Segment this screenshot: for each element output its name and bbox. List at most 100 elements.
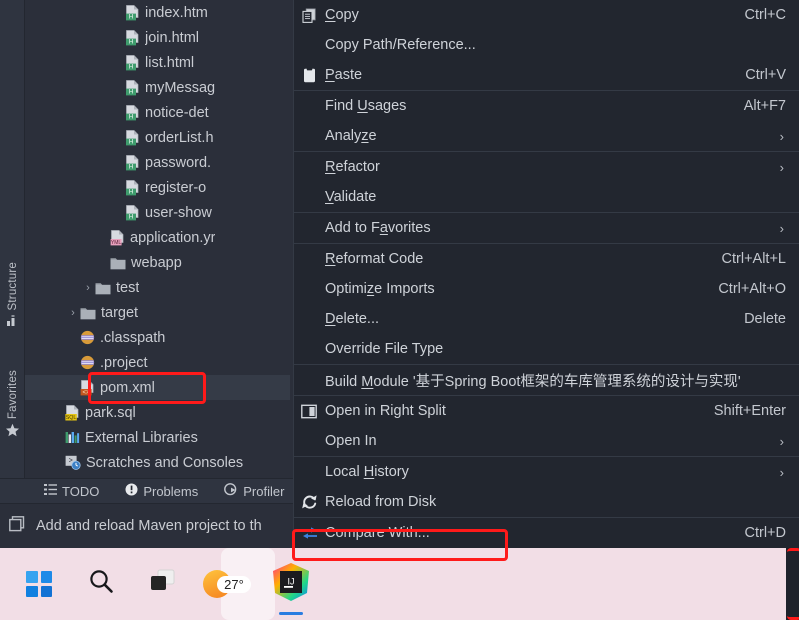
tree-node[interactable]: <> pom.xml	[25, 375, 290, 400]
yml-file-icon: YML	[110, 229, 125, 246]
windows-taskbar: 27° IJ	[0, 548, 799, 620]
tool-window-tab-profiler[interactable]: Profiler	[224, 482, 284, 500]
menu-item[interactable]: Override File Type	[294, 334, 799, 364]
intellij-idea-button[interactable]: IJ	[260, 548, 322, 620]
rail-button-structure[interactable]: Structure	[0, 262, 25, 330]
profiler-icon	[224, 482, 238, 500]
menu-item-label: Compare With...	[325, 525, 430, 541]
split-icon	[300, 404, 318, 419]
tree-node[interactable]: H index.htm	[25, 0, 290, 25]
search-button[interactable]	[70, 548, 132, 620]
tree-node[interactable]: YML application.yr	[25, 225, 290, 250]
context-menu[interactable]: Copy Ctrl+C Copy Path/Reference... Paste Ct…	[293, 0, 799, 620]
copy-icon	[300, 7, 318, 23]
menu-item-label: Refactor	[325, 159, 380, 175]
left-tool-rail: Structure Favorites	[0, 0, 25, 478]
menu-item-shortcut: Ctrl+D	[744, 525, 787, 541]
rail-label-favorites: Favorites	[6, 370, 19, 420]
tree-node[interactable]: .classpath	[25, 325, 290, 350]
menu-item-label: Copy Path/Reference...	[325, 37, 476, 53]
svg-text:YML: YML	[111, 239, 122, 245]
html-file-icon: H	[125, 4, 140, 21]
tree-node-label: password.	[145, 154, 212, 171]
tree-node[interactable]: webapp	[25, 250, 290, 275]
html-file-icon: H	[125, 79, 140, 96]
weather-icon: 27°	[203, 570, 251, 598]
folder-icon	[95, 281, 111, 295]
tree-node[interactable]: H join.html	[25, 25, 290, 50]
weather-temperature: 27°	[217, 575, 251, 593]
menu-item[interactable]: Validate	[294, 182, 799, 212]
menu-item-label: Open in Right Split	[325, 403, 446, 419]
tree-node[interactable]: H orderList.h	[25, 125, 290, 150]
tool-window-tab-todo[interactable]: TODO	[44, 483, 99, 499]
tree-node[interactable]: H myMessag	[25, 75, 290, 100]
eclipse-file-icon	[80, 355, 95, 370]
chevron-right-icon: ›	[779, 433, 784, 449]
tree-node-label: Scratches and Consoles	[86, 454, 244, 471]
menu-item[interactable]: Open In ›	[294, 426, 799, 456]
menu-item-shortcut: Ctrl+Alt+L	[721, 251, 786, 267]
project-tree[interactable]: H index.htm H join.html H list.html H my…	[25, 0, 290, 478]
tree-node[interactable]: H password.	[25, 150, 290, 175]
menu-item[interactable]: Compare With... Ctrl+D	[294, 518, 799, 548]
menu-item[interactable]: Analyze ›	[294, 121, 799, 151]
menu-item-label: Delete...	[325, 311, 380, 327]
tree-node-label: webapp	[131, 254, 182, 271]
tree-node[interactable]: H notice-det	[25, 100, 290, 125]
menu-item[interactable]: Delete... Delete	[294, 304, 799, 334]
chevron-right-icon: ›	[779, 128, 784, 144]
todo-icon	[44, 483, 57, 499]
task-view-button[interactable]	[132, 548, 194, 620]
svg-text:<>: <>	[82, 390, 90, 396]
tree-node[interactable]: › test	[25, 275, 290, 300]
tree-node-label: list.html	[145, 54, 195, 71]
menu-item-label: Analyze	[325, 128, 377, 144]
html-file-icon: H	[125, 104, 140, 121]
tree-node-label: index.htm	[145, 4, 208, 21]
menu-item-shortcut: Ctrl+C	[744, 7, 787, 23]
svg-text:H: H	[129, 139, 133, 145]
tool-window-tab-problems-label: Problems	[143, 483, 199, 499]
problems-icon	[125, 483, 138, 499]
tree-node[interactable]: .project	[25, 350, 290, 375]
menu-item-label: Build Module '基于Spring Boot框架的车库管理系统的设计与…	[325, 373, 741, 390]
chevron-right-icon[interactable]: ›	[66, 307, 80, 319]
chevron-right-icon[interactable]: ›	[81, 282, 95, 294]
task-view-icon	[149, 569, 177, 600]
menu-item[interactable]: Paste Ctrl+V	[294, 60, 799, 90]
menu-item[interactable]: Copy Path/Reference...	[294, 30, 799, 60]
start-button[interactable]	[8, 548, 70, 620]
menu-item[interactable]: Open in Right Split Shift+Enter	[294, 396, 799, 426]
tree-node-label: join.html	[145, 29, 199, 46]
tool-window-tab-problems[interactable]: Problems	[125, 483, 198, 499]
menu-item[interactable]: Optimize Imports Ctrl+Alt+O	[294, 274, 799, 304]
folder-icon	[80, 306, 96, 320]
menu-item[interactable]: Refactor ›	[294, 152, 799, 182]
weather-widget[interactable]: 27°	[194, 548, 260, 620]
tree-node[interactable]: H user-show	[25, 200, 290, 225]
menu-item[interactable]: Reload from Disk	[294, 487, 799, 517]
menu-item[interactable]: Find Usages Alt+F7	[294, 91, 799, 121]
menu-item[interactable]: Reformat Code Ctrl+Alt+L	[294, 244, 799, 274]
search-icon	[88, 568, 115, 600]
tree-node-label: myMessag	[145, 79, 216, 96]
tree-node[interactable]: SQL park.sql	[25, 400, 290, 425]
menu-item[interactable]: Add to Favorites ›	[294, 213, 799, 243]
menu-item-shortcut: Alt+F7	[743, 98, 786, 114]
menu-item[interactable]: Local History ›	[294, 457, 799, 487]
tree-node[interactable]: External Libraries	[25, 425, 290, 450]
tree-node-label: target	[101, 304, 139, 321]
tree-node-label: .classpath	[100, 329, 166, 346]
folder-icon	[110, 256, 126, 270]
rail-button-favorites[interactable]: Favorites	[0, 370, 25, 441]
tree-node[interactable]: H list.html	[25, 50, 290, 75]
tree-node[interactable]: >_ Scratches and Consoles	[25, 450, 290, 475]
html-file-icon: H	[125, 54, 140, 71]
menu-item[interactable]: Build Module '基于Spring Boot框架的车库管理系统的设计与…	[294, 365, 799, 395]
eclipse-file-icon	[80, 330, 95, 345]
libraries-icon	[65, 430, 80, 445]
menu-item[interactable]: Copy Ctrl+C	[294, 0, 799, 30]
tree-node[interactable]: H register-o	[25, 175, 290, 200]
tree-node[interactable]: › target	[25, 300, 290, 325]
